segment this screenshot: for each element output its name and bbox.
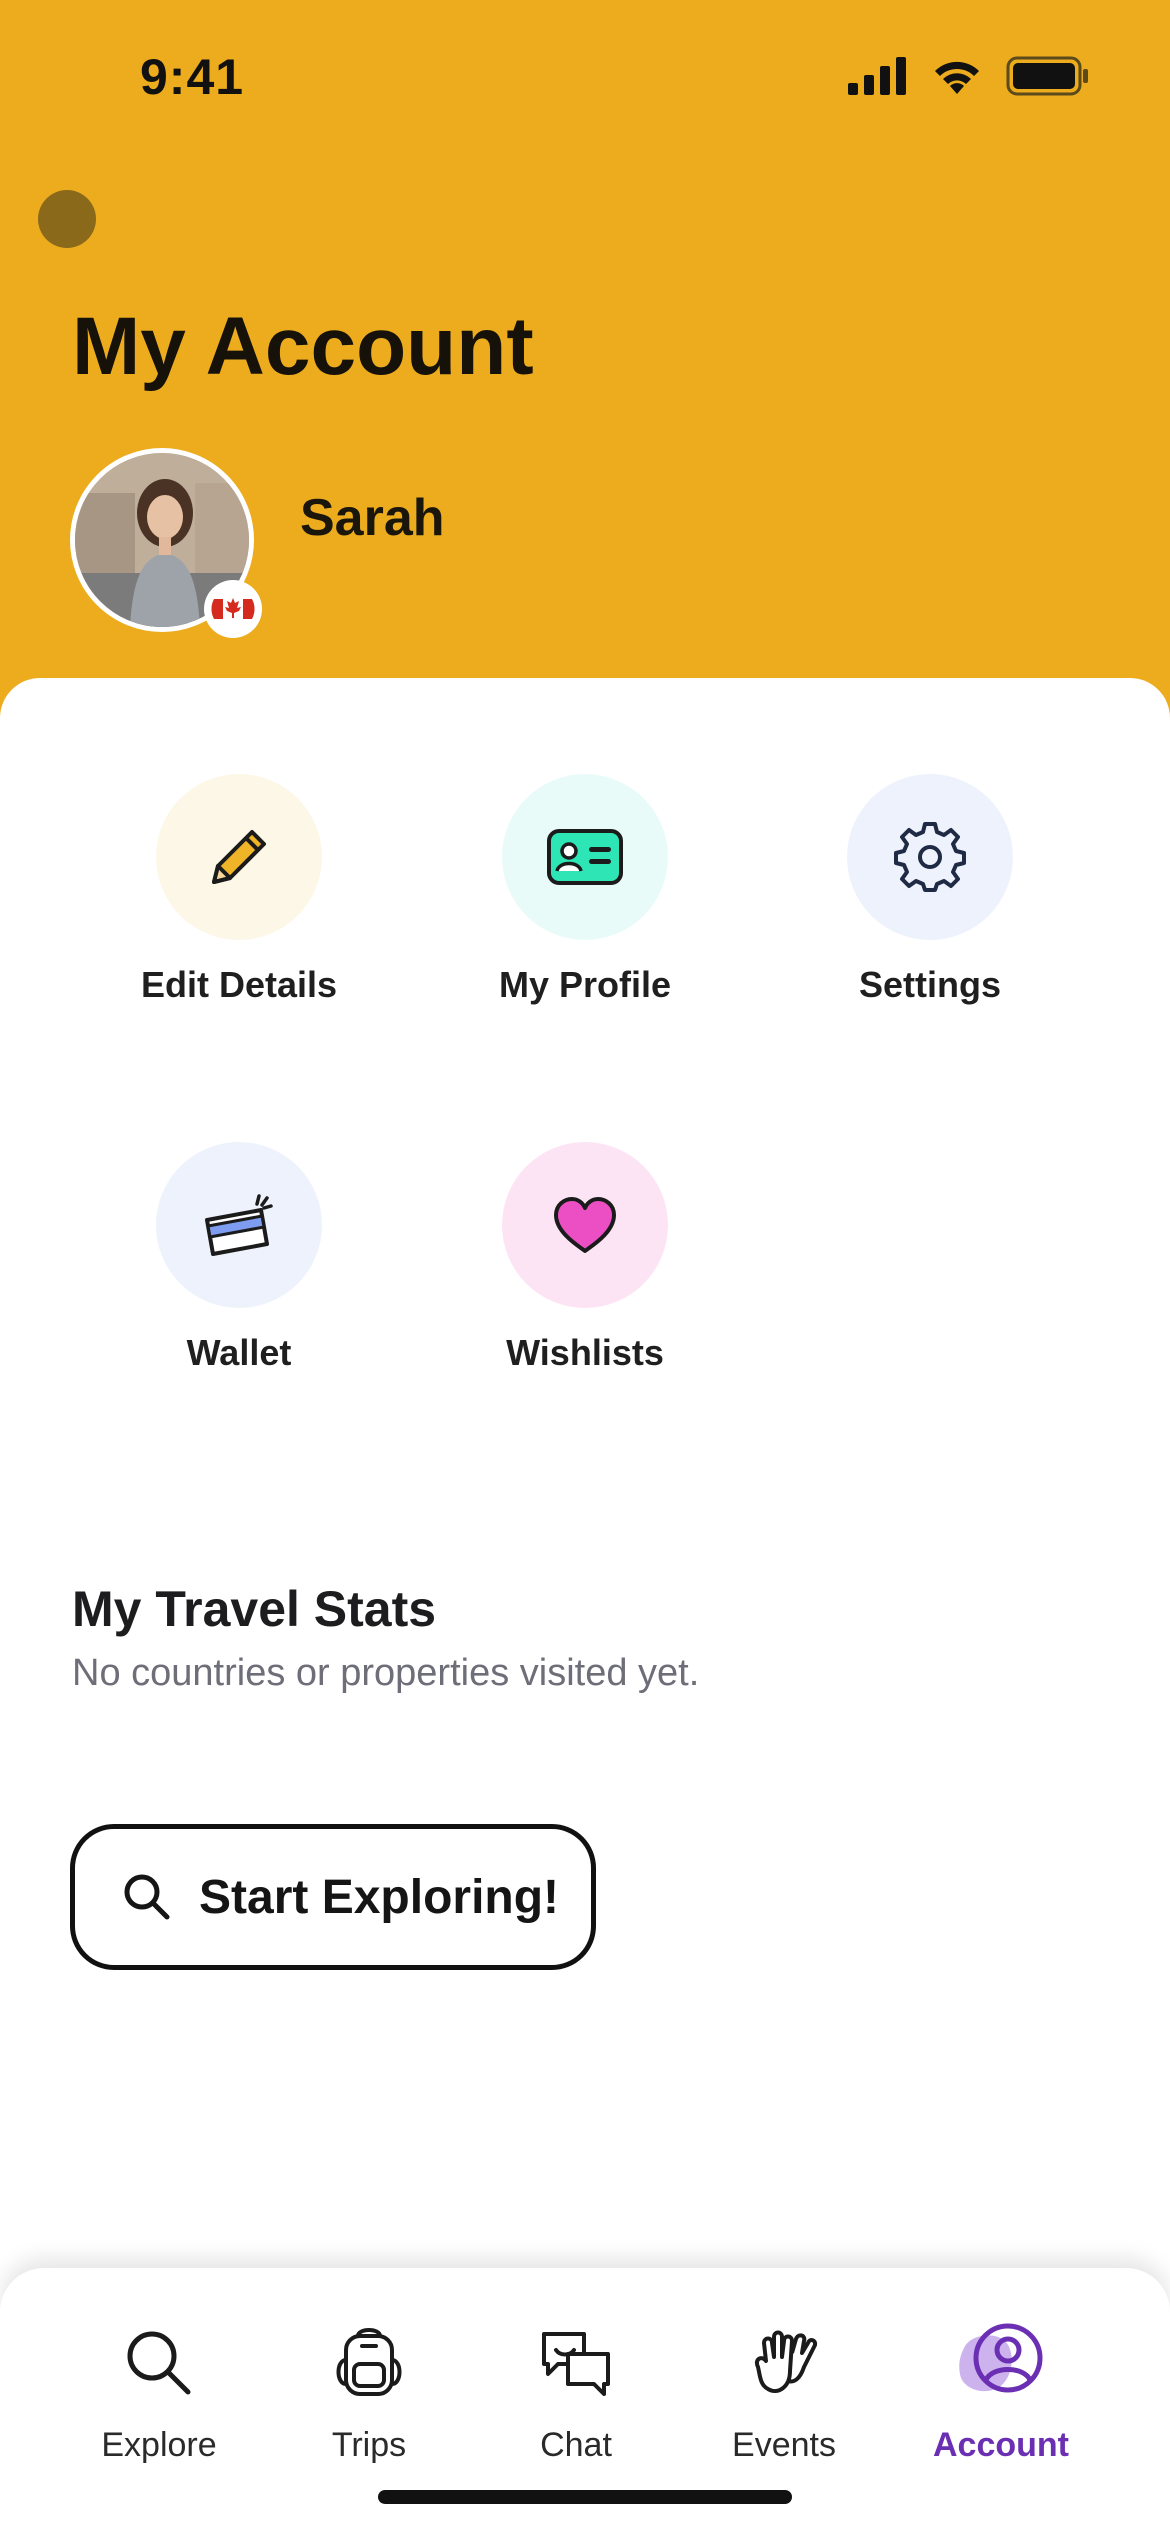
start-exploring-button[interactable]: Start Exploring! [70,1824,596,1970]
status-bar: 9:41 [0,0,1170,150]
gear-icon [894,822,966,892]
wallet-tile[interactable]: Wallet [89,1142,389,1374]
wallet-icon-bg[interactable] [156,1142,322,1308]
tab-explore[interactable]: Explore [59,2318,259,2465]
backpack-icon [336,2328,402,2396]
edit-details-label: Edit Details [140,964,338,1005]
id-card-icon [547,829,623,885]
tab-trips-label: Trips [331,2426,407,2464]
waving-hands-icon [755,2330,818,2393]
my-profile-label: My Profile [498,964,672,1005]
search-icon [124,1874,170,1920]
status-time: 9:41 [140,49,245,105]
tab-chat-label: Chat [540,2426,612,2464]
wishlists-tile[interactable]: Wishlists [435,1142,735,1374]
user-name: Sarah [300,489,445,547]
battery-icon [1006,56,1088,96]
page-title: My Account [72,301,534,392]
tab-account[interactable]: Account [901,2318,1101,2465]
edit-details-tile[interactable]: Edit Details [89,774,389,1006]
wallet-label: Wallet [186,1332,292,1373]
header-dot [38,190,96,248]
header: 9:41 My Account Sarah [0,0,1170,720]
tab-chat[interactable]: Chat [476,2318,676,2465]
tab-explore-label: Explore [101,2426,217,2464]
home-indicator [378,2490,792,2504]
tab-trips[interactable]: Trips [269,2318,469,2465]
tab-events[interactable]: Events [684,2318,884,2465]
travel-stats-title: My Travel Stats [72,1581,437,1637]
status-icons [848,56,1090,96]
signal-icon [848,57,906,95]
edit-details-icon-bg[interactable] [156,774,322,940]
heart-icon [554,1197,616,1253]
wishlists-icon-bg[interactable] [502,1142,668,1308]
travel-stats-subtitle: No countries or properties visited yet. [72,1652,700,1694]
user-circle-icon [959,2323,1043,2393]
canada-flag-icon [204,580,262,638]
settings-label: Settings [858,964,1001,1005]
settings-icon-bg[interactable] [847,774,1013,940]
my-profile-tile[interactable]: My Profile [435,774,735,1006]
wallet-card-icon [205,1194,273,1256]
tab-events-label: Events [732,2426,836,2464]
tab-account-label: Account [933,2426,1069,2464]
wifi-icon [935,61,979,94]
settings-tile[interactable]: Settings [780,774,1080,1006]
avatar-wrap[interactable] [70,448,262,638]
chat-bubbles-icon [542,2332,610,2396]
search-icon [127,2331,191,2395]
pencil-icon [212,830,266,884]
my-profile-icon-bg[interactable] [502,774,668,940]
wishlists-label: Wishlists [506,1332,664,1373]
start-exploring-label: Start Exploring! [199,1870,560,1924]
